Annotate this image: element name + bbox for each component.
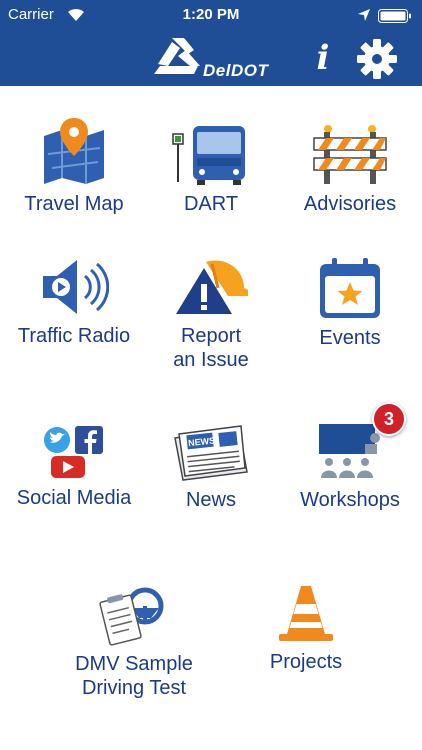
tile-label: Traffic Radio: [17, 325, 131, 347]
newspaper-icon: NEWS: [174, 425, 248, 481]
bus-icon: [172, 126, 245, 185]
tile-traffic-radio[interactable]: Traffic Radio: [4, 256, 144, 348]
barricade-icon: [313, 125, 387, 184]
tile-label: Events: [319, 327, 381, 349]
tile-label: Projects: [269, 651, 343, 673]
social-icons: [44, 426, 103, 478]
warning-icon: [176, 260, 248, 314]
battery-icon: [378, 9, 411, 23]
app-header: DelDOT i: [0, 30, 422, 86]
speaker-icon: [43, 260, 109, 314]
info-button[interactable]: i: [308, 38, 338, 78]
tile-advisories[interactable]: Advisories: [280, 124, 420, 216]
map-pin-icon: [44, 118, 104, 184]
tile-workshops[interactable]: Workshops: [280, 424, 420, 512]
tile-label: News: [185, 489, 236, 511]
tile-label: Travel Map: [24, 193, 124, 215]
app-name: DelDOT: [203, 61, 269, 80]
tile-events[interactable]: Events: [280, 256, 420, 350]
tile-label: Workshops: [300, 489, 400, 511]
tile-dart[interactable]: DART: [141, 124, 281, 216]
tile-label: DART: [183, 193, 239, 215]
calendar-star-icon: [320, 258, 380, 318]
gear-icon[interactable]: [356, 38, 398, 80]
tile-dmv-driving-test[interactable]: DMV Sample Driving Test: [64, 586, 204, 700]
driving-test-icon: [99, 587, 164, 646]
tile-news[interactable]: NEWS News: [141, 424, 281, 512]
tile-travel-map[interactable]: Travel Map: [4, 118, 144, 216]
status-bar: Carrier 1:20 PM: [0, 0, 422, 30]
presentation-icon: [319, 424, 380, 478]
tile-label: Report an Issue: [173, 325, 249, 371]
tile-label: Social Media: [16, 487, 132, 509]
tile-report-issue[interactable]: Report an Issue: [141, 256, 281, 372]
tile-projects[interactable]: Projects: [236, 584, 376, 674]
traffic-cone-icon: [279, 586, 333, 641]
notification-badge: 3: [372, 402, 406, 436]
tile-label: Advisories: [303, 193, 397, 215]
location-arrow-icon: [358, 9, 370, 21]
tile-social-media[interactable]: Social Media: [4, 424, 144, 510]
tile-label: DMV Sample Driving Test: [75, 653, 193, 699]
